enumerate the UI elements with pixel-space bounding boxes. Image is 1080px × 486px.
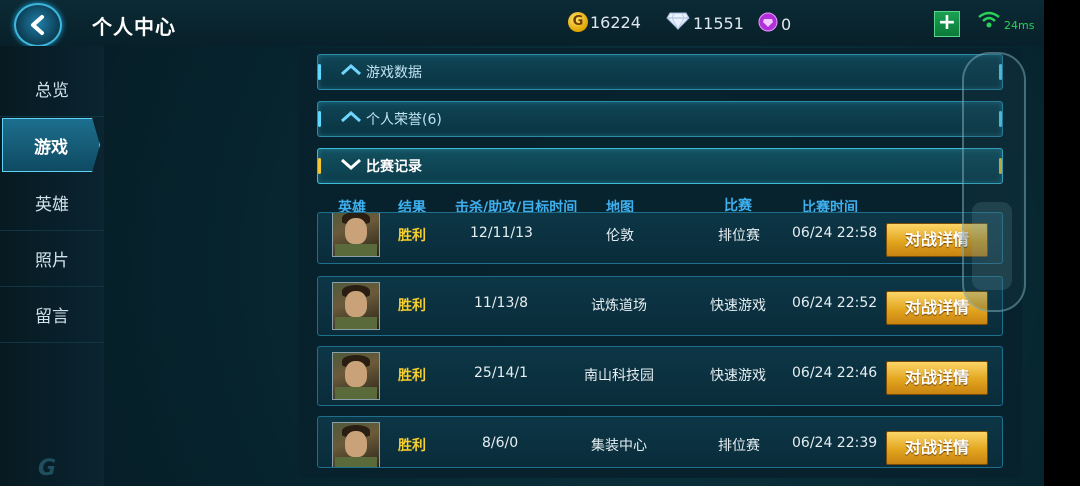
back-button[interactable] [14,3,62,47]
match-map: 南山科技园 [584,368,654,384]
match-details-button[interactable]: 对战详情 [886,431,988,465]
match-time: 06/24 22:52 [792,295,878,311]
wifi-icon [977,10,1001,34]
match-result: 胜利 [398,298,426,314]
gold-amount: 16224 [590,12,641,32]
hero-avatar[interactable] [332,282,380,330]
match-mode: 快速游戏 [710,298,766,314]
match-time: 06/24 22:46 [792,365,878,381]
chevron-up-icon [340,110,362,127]
sidebar-item-label: 总览 [35,80,69,101]
ping-label: 24ms [1004,19,1035,32]
page-title: 个人中心 [92,15,176,39]
gem-amount: 0 [781,14,792,34]
gold-coin-icon: G [568,12,588,32]
diamond-amount: 11551 [693,13,744,33]
scroll-thumb[interactable] [972,202,1012,290]
sidebar-item-game[interactable]: 游戏 [2,118,100,172]
hero-avatar[interactable] [332,213,380,257]
sidebar: 总览 游戏 英雄 照片 留言 [0,46,104,486]
section-title: 比赛记录 [366,159,422,175]
scrollbar[interactable] [962,52,1026,312]
diamond-icon [666,12,690,34]
diamond-counter: 11551 [666,12,744,34]
sidebar-item-label: 照片 [35,250,69,271]
purple-gem-icon [758,12,778,36]
match-map: 伦敦 [606,228,634,244]
section-game-data[interactable]: 游戏数据 [317,54,1003,90]
table-row: 胜利 25/14/1 南山科技园 快速游戏 06/24 22:46 对战详情 [317,346,1003,406]
match-time: 06/24 22:39 [792,435,878,451]
match-mode: 排位赛 [718,228,760,244]
match-result: 胜利 [398,438,426,454]
gold-counter: G 16224 [568,12,641,32]
match-kda: 12/11/13 [470,225,533,241]
match-map: 集装中心 [591,438,647,454]
match-mode: 排位赛 [718,438,760,454]
match-mode: 快速游戏 [710,368,766,384]
section-honors[interactable]: 个人荣誉(6) [317,101,1003,137]
section-match-records[interactable]: 比赛记录 [317,148,1003,184]
sidebar-item-heroes[interactable]: 英雄 [0,174,104,231]
sidebar-item-label: 游戏 [34,137,68,158]
chevron-up-icon [340,63,362,80]
add-button[interactable]: + [934,11,960,37]
table-row: 胜利 11/13/8 试炼道场 快速游戏 06/24 22:52 对战详情 [317,276,1003,336]
sidebar-item-label: 留言 [35,306,69,327]
back-arrow-icon [31,15,44,35]
hero-avatar[interactable] [332,352,380,400]
gem-counter: 0 [758,12,791,36]
match-result: 胜利 [398,368,426,384]
sidebar-item-messages[interactable]: 留言 [0,286,104,343]
sidebar-item-overview[interactable]: 总览 [0,60,104,117]
hero-avatar[interactable] [332,422,380,467]
match-kda: 25/14/1 [474,365,528,381]
chevron-down-icon [340,158,362,174]
section-title: 个人荣誉(6) [366,112,442,128]
section-title: 游戏数据 [366,65,422,81]
match-map: 试炼道场 [591,298,647,314]
sidebar-item-photos[interactable]: 照片 [0,230,104,287]
table-row: 胜利 12/11/13 伦敦 排位赛 06/24 22:58 对战详情 [317,212,1003,264]
match-time: 06/24 22:58 [792,225,878,241]
screen-edge [1044,0,1080,486]
match-details-button[interactable]: 对战详情 [886,361,988,395]
top-bar: 个人中心 G 16224 11551 0 + 24ms [0,0,1044,47]
table-row: 胜利 8/6/0 集装中心 排位赛 06/24 22:39 对战详情 [317,416,1003,468]
match-kda: 11/13/8 [474,295,528,311]
sidebar-item-label: 英雄 [35,194,69,215]
game-logo: G [38,456,57,481]
match-kda: 8/6/0 [482,435,519,451]
match-result: 胜利 [398,228,426,244]
